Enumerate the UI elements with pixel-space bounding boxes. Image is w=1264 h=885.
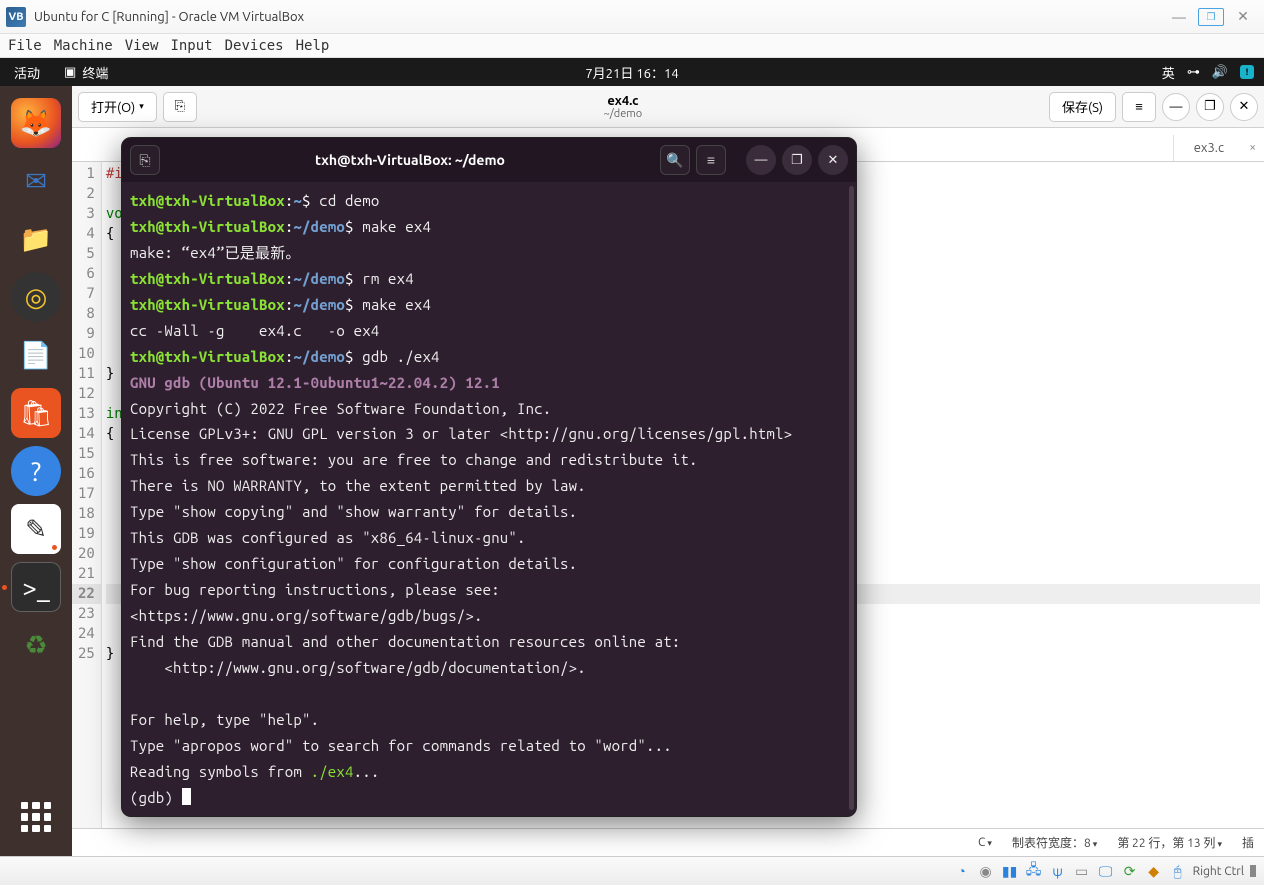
gedit-subtitle: ~/demo <box>203 108 1043 120</box>
status-usb-icon[interactable]: ψ <box>1049 862 1067 880</box>
ubuntu-dock: 🦊 ✉ 📁 ◎ 📄 🛍 ? ✎ >_ ♻ <box>0 86 72 856</box>
status-hdd-icon[interactable]: ◔ <box>953 862 971 880</box>
dock-thunderbird[interactable]: ✉ <box>11 156 61 206</box>
status-lang[interactable]: C <box>978 836 992 849</box>
status-net-icon[interactable]: 🖧 <box>1025 862 1043 880</box>
dock-writer[interactable]: 📄 <box>11 330 61 380</box>
new-tab-button[interactable]: ⎘ <box>163 92 197 122</box>
open-button[interactable]: 打开(O)▾ <box>78 92 157 122</box>
host-key-label: Right Ctrl <box>1193 865 1244 878</box>
status-mouse-icon[interactable]: 🖰 <box>1169 862 1187 880</box>
terminal-window: ⎘ txh@txh-VirtualBox: ~/demo 🔍 ≡ — ❐ ✕ t… <box>121 137 857 817</box>
virtualbox-title: Ubuntu for C [Running] - Oracle VM Virtu… <box>34 10 1160 24</box>
status-rec-icon[interactable]: ⟳ <box>1121 862 1139 880</box>
status-audio-icon[interactable]: ▮▮ <box>1001 862 1019 880</box>
dock-software[interactable]: 🛍 <box>11 388 61 438</box>
gedit-headerbar: 打开(O)▾ ⎘ ex4.c ~/demo 保存(S) ≡ — ❐ ✕ <box>72 86 1264 128</box>
system-tray: 英 ⊶ 🔊 <box>1162 63 1264 82</box>
terminal-maximize[interactable]: ❐ <box>782 145 812 175</box>
menu-file[interactable]: File <box>8 38 42 54</box>
line-gutter: 1234567891011121314151617181920212223242… <box>72 162 102 828</box>
ubuntu-topbar: 活动 ▣ 终端 7月21日 16：14 英 ⊶ 🔊 <box>0 58 1264 86</box>
gedit-tab-ex3[interactable]: ex3.c× <box>1173 135 1264 161</box>
new-terminal-tab[interactable]: ⎘ <box>130 145 160 175</box>
terminal-title: txh@txh-VirtualBox: ~/demo <box>166 152 654 168</box>
status-insert[interactable]: 插 <box>1242 834 1254 851</box>
volume-icon[interactable]: 🔊 <box>1212 65 1228 80</box>
status-cpu-icon[interactable]: ◆ <box>1145 862 1163 880</box>
gedit-minimize[interactable]: — <box>1162 93 1190 121</box>
close-button[interactable]: ✕ <box>1228 6 1258 28</box>
dock-firefox[interactable]: 🦊 <box>11 98 61 148</box>
terminal-minimize[interactable]: — <box>746 145 776 175</box>
activities-button[interactable]: 活动 <box>0 63 54 82</box>
gedit-close[interactable]: ✕ <box>1230 93 1258 121</box>
save-button[interactable]: 保存(S) <box>1049 92 1116 122</box>
status-position[interactable]: 第 22 行，第 13 列 <box>1117 834 1222 851</box>
input-method-indicator[interactable]: 英 <box>1162 63 1175 82</box>
menu-view[interactable]: View <box>125 38 159 54</box>
hamburger-button[interactable]: ≡ <box>1122 92 1156 122</box>
dock-texteditor[interactable]: ✎ <box>11 504 61 554</box>
gedit-title: ex4.c <box>203 94 1043 108</box>
network-icon[interactable]: ⊶ <box>1187 65 1200 80</box>
terminal-search[interactable]: 🔍 <box>660 145 690 175</box>
gedit-statusbar: C 制表符宽度：8 第 22 行，第 13 列 插 <box>72 828 1264 856</box>
dock-help[interactable]: ? <box>11 446 61 496</box>
status-display-icon[interactable]: 🖵 <box>1097 862 1115 880</box>
notification-badge[interactable] <box>1240 65 1254 79</box>
app-menu[interactable]: ▣ 终端 <box>54 63 118 82</box>
menu-input[interactable]: Input <box>170 38 212 54</box>
menu-machine[interactable]: Machine <box>54 38 113 54</box>
virtualbox-titlebar: VB Ubuntu for C [Running] - Oracle VM Vi… <box>0 0 1264 34</box>
gedit-maximize[interactable]: ❐ <box>1196 93 1224 121</box>
menu-help[interactable]: Help <box>296 38 330 54</box>
terminal-body[interactable]: txh@txh-VirtualBox:~$ cd demotxh@txh-Vir… <box>122 182 856 816</box>
dock-rhythmbox[interactable]: ◎ <box>11 272 61 322</box>
virtualbox-icon: VB <box>6 7 26 27</box>
menu-devices[interactable]: Devices <box>225 38 284 54</box>
dock-files[interactable]: 📁 <box>11 214 61 264</box>
host-key-led <box>1250 865 1256 877</box>
status-tabwidth[interactable]: 制表符宽度：8 <box>1012 834 1097 851</box>
minimize-button[interactable]: — <box>1164 6 1194 28</box>
status-cd-icon[interactable]: ◉ <box>977 862 995 880</box>
virtualbox-menubar: File Machine View Input Devices Help <box>0 34 1264 58</box>
app-menu-label: 终端 <box>82 63 108 82</box>
terminal-scrollbar[interactable] <box>849 186 854 810</box>
clock[interactable]: 7月21日 16：14 <box>585 63 678 82</box>
maximize-button[interactable]: ❐ <box>1198 8 1224 26</box>
dock-apps-grid[interactable] <box>11 792 61 842</box>
close-tab-icon[interactable]: × <box>1249 141 1256 154</box>
terminal-close[interactable]: ✕ <box>818 145 848 175</box>
dock-trash[interactable]: ♻ <box>11 620 61 670</box>
terminal-menu[interactable]: ≡ <box>696 145 726 175</box>
dock-terminal[interactable]: >_ <box>11 562 61 612</box>
status-shared-icon[interactable]: ▭ <box>1073 862 1091 880</box>
virtualbox-statusbar: ◔ ◉ ▮▮ 🖧 ψ ▭ 🖵 ⟳ ◆ 🖰 Right Ctrl <box>0 856 1264 885</box>
terminal-topbar-icon: ▣ <box>64 65 76 80</box>
terminal-headerbar: ⎘ txh@txh-VirtualBox: ~/demo 🔍 ≡ — ❐ ✕ <box>122 138 856 182</box>
